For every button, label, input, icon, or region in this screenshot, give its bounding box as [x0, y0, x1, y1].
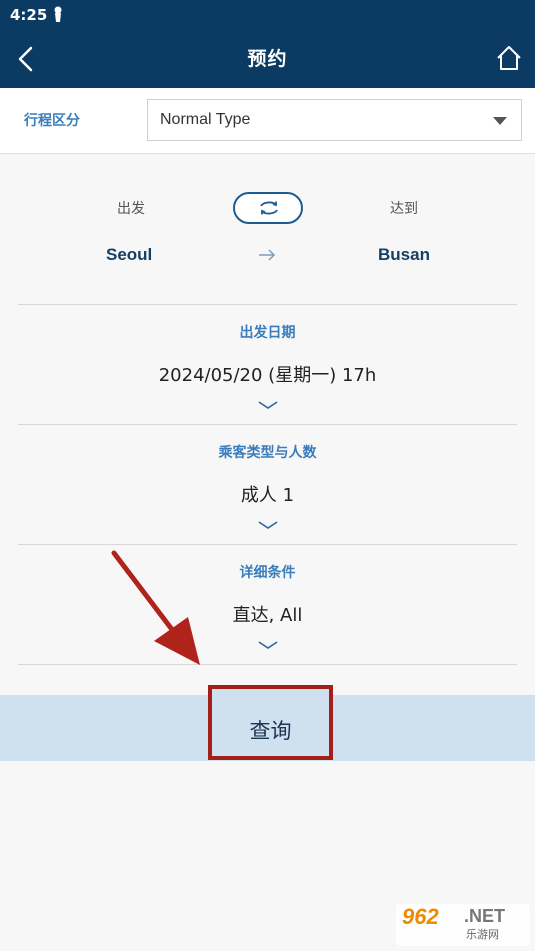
search-button[interactable]: 查询: [208, 685, 333, 760]
details-value: 直达, All: [232, 605, 303, 626]
swap-route-button[interactable]: [233, 192, 303, 224]
divider: [18, 424, 517, 425]
watermark-logo: 962 .NET 乐游网: [396, 900, 530, 946]
trip-type-bar: 行程区分 Normal Type: [0, 88, 535, 154]
page-title: 预约: [247, 48, 288, 70]
trip-type-value: Normal Type: [160, 111, 251, 128]
passenger-value: 成人 1: [240, 485, 295, 506]
from-city[interactable]: Seoul: [106, 245, 152, 265]
to-city[interactable]: Busan: [378, 245, 430, 265]
depart-label: 出发: [117, 201, 145, 217]
chevron-down-icon: [258, 521, 278, 529]
status-time: 4:25: [10, 6, 48, 24]
departure-date-label: 出发日期: [239, 325, 296, 341]
details-label: 详细条件: [239, 565, 296, 581]
app-header: 4:25 预约: [0, 0, 535, 88]
watermark-sub: 乐游网: [466, 928, 499, 941]
arrow-right-icon: [258, 247, 276, 266]
trip-type-select[interactable]: Normal Type: [147, 99, 522, 141]
divider: [18, 544, 517, 545]
home-icon: [497, 46, 521, 70]
annotation-arrow-icon: [111, 550, 200, 665]
notification-icon: [52, 6, 64, 26]
search-button-label: 查询: [249, 719, 292, 743]
swap-icon: [260, 201, 278, 215]
divider: [18, 304, 517, 305]
trip-type-label: 行程区分: [24, 113, 80, 129]
watermark-net: .NET: [464, 906, 506, 926]
divider: [18, 664, 517, 665]
home-button[interactable]: [495, 44, 523, 72]
arrive-label: 达到: [390, 201, 418, 217]
departure-date-value: 2024/05/20 (星期一) 17h: [158, 365, 377, 386]
watermark-brand: 962: [402, 904, 439, 929]
chevron-down-icon: [258, 641, 278, 649]
chevron-down-icon: [258, 401, 278, 409]
caret-down-icon: [493, 117, 507, 125]
passenger-label: 乘客类型与人数: [218, 445, 317, 461]
